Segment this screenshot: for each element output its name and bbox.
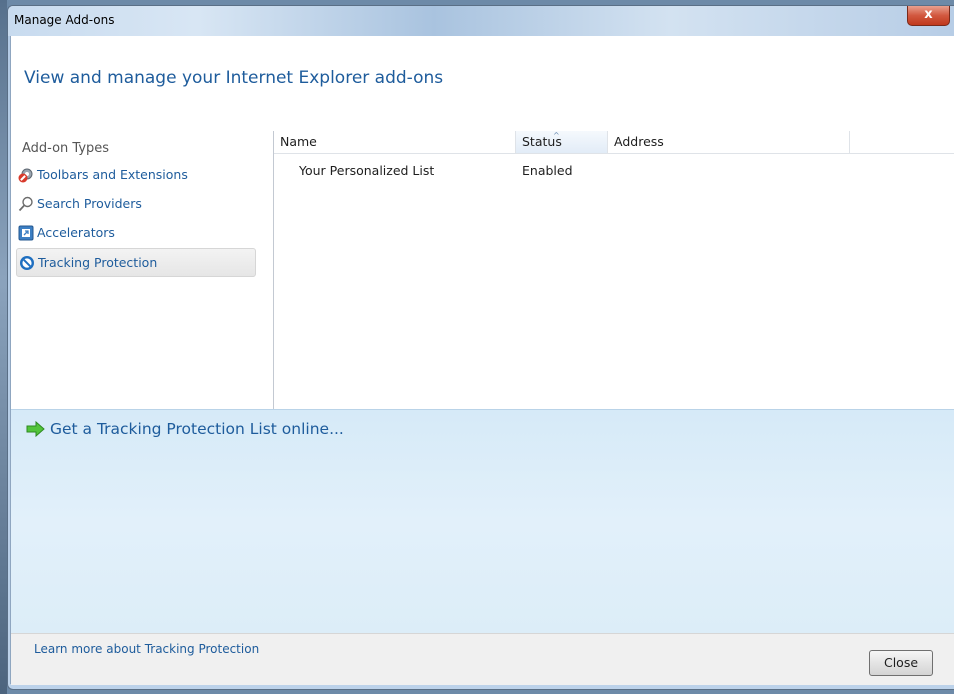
column-header-name[interactable]: Name (274, 131, 516, 154)
window-close-button[interactable]: x (907, 6, 950, 26)
addon-types-sidebar: Add-on Types Toolbars and Extensions Sea… (11, 131, 274, 409)
sort-ascending-icon: ^ (553, 131, 560, 140)
accelerator-icon (18, 225, 34, 241)
dialog-client-area: View and manage your Internet Explorer a… (10, 36, 954, 685)
sidebar-item-accelerators[interactable]: Accelerators (16, 219, 256, 246)
gear-icon (18, 167, 34, 183)
column-header-address[interactable]: Address (608, 131, 850, 154)
sidebar-heading: Add-on Types (22, 141, 110, 156)
sidebar-item-toolbars[interactable]: Toolbars and Extensions (16, 161, 256, 188)
manage-addons-window: Manage Add-ons x View and manage your In… (7, 5, 954, 690)
close-button[interactable]: Close (869, 650, 933, 676)
learn-more-link[interactable]: Learn more about Tracking Protection (34, 642, 259, 656)
column-header-status[interactable]: ^ Status (516, 131, 608, 154)
sidebar-item-label: Toolbars and Extensions (37, 167, 188, 182)
footer-bar: Learn more about Tracking Protection Clo… (11, 633, 954, 685)
addon-list: Name ^ Status Address Your Personalized … (274, 131, 954, 409)
sidebar-item-search-providers[interactable]: Search Providers (16, 190, 256, 217)
green-arrow-icon (26, 421, 45, 437)
page-title: View and manage your Internet Explorer a… (24, 68, 444, 88)
sidebar-item-label: Search Providers (37, 196, 142, 211)
get-tracking-list-link[interactable]: Get a Tracking Protection List online... (26, 420, 344, 438)
window-title: Manage Add-ons (14, 13, 115, 27)
row-status: Enabled (522, 163, 573, 178)
get-tracking-list-label: Get a Tracking Protection List online... (50, 420, 344, 438)
row-name: Your Personalized List (299, 163, 435, 178)
search-icon (18, 196, 34, 212)
column-header-blank (850, 131, 954, 154)
details-pane: Get a Tracking Protection List online... (11, 409, 954, 634)
sidebar-item-tracking-protection[interactable]: Tracking Protection (16, 248, 256, 277)
title-bar[interactable]: Manage Add-ons x (8, 6, 954, 36)
desktop-edge (0, 0, 7, 694)
header-area: View and manage your Internet Explorer a… (11, 36, 954, 132)
sidebar-item-label: Tracking Protection (38, 255, 158, 270)
sidebar-item-label: Accelerators (37, 225, 115, 240)
tracking-protection-icon (19, 255, 35, 271)
